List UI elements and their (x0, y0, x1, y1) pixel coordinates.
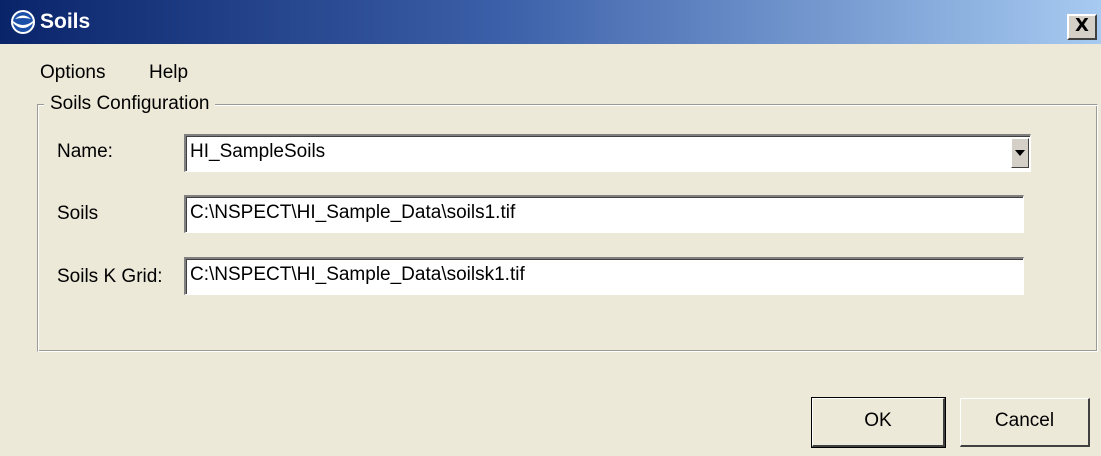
title-bar[interactable]: Soils X (0, 0, 1101, 44)
soils-path-input[interactable]: C:\NSPECT\HI_Sample_Data\soils1.tif (184, 195, 1024, 233)
close-button[interactable]: X (1067, 14, 1097, 40)
name-select-value: HI_SampleSoils (190, 141, 326, 162)
soils-dialog: Soils X Options Help Soils Configuration… (0, 0, 1101, 456)
group-title: Soils Configuration (44, 93, 216, 115)
soils-k-grid-input[interactable]: C:\NSPECT\HI_Sample_Data\soilsk1.tif (184, 257, 1024, 295)
chevron-down-icon (1015, 150, 1025, 156)
name-select[interactable]: HI_SampleSoils (184, 134, 1031, 172)
cancel-button[interactable]: Cancel (960, 398, 1090, 447)
menu-help[interactable]: Help (149, 58, 188, 88)
window-title: Soils (40, 10, 91, 33)
soils-k-grid-label: Soils K Grid: (57, 266, 163, 287)
name-label: Name: (57, 141, 113, 162)
menu-bar: Options Help (0, 58, 1101, 88)
menu-options[interactable]: Options (40, 58, 105, 88)
noaa-logo-icon (11, 10, 35, 34)
soils-label: Soils (57, 203, 99, 224)
close-icon: X (1075, 15, 1089, 36)
name-dropdown-button[interactable] (1011, 138, 1029, 168)
ok-button[interactable]: OK (811, 397, 946, 448)
